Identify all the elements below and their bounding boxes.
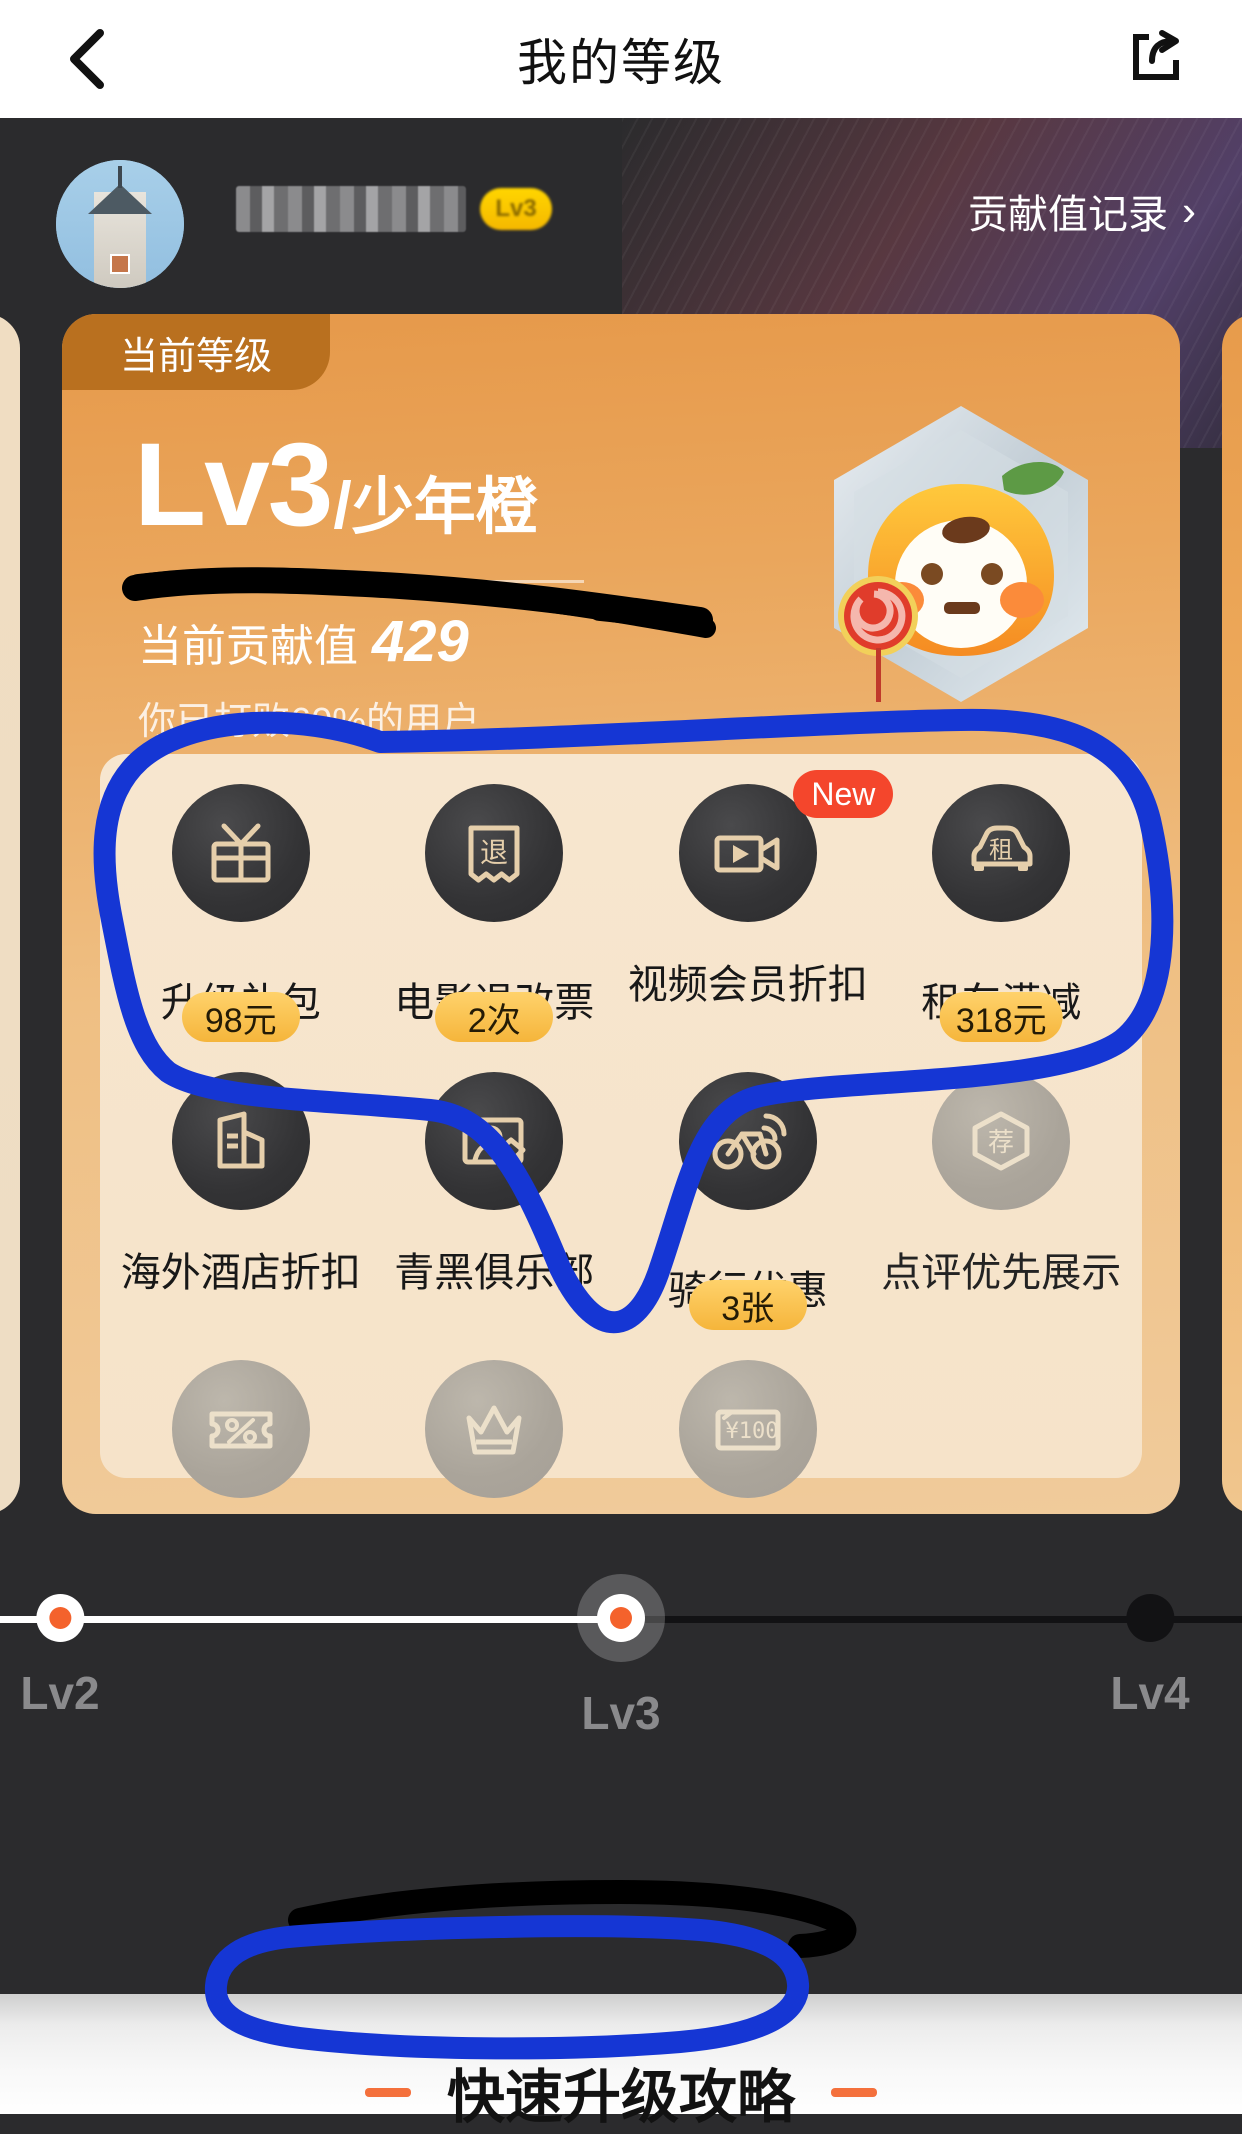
benefit-badge: 3张 [688,1280,807,1330]
current-level-card: 当前等级 Lv3 / 少年橙 当前贡献值 429 你已打败60%的用户 98元 … [62,314,1180,1514]
recommend-hexagon-icon: 荐 [932,1072,1071,1210]
progress-dot [597,1594,645,1642]
refund-ticket-icon: 退 [425,784,564,922]
dash-left-icon [364,2087,411,2097]
footer-section: 快速升级攻略 [0,1994,1242,2130]
avatar-clock-face [110,254,130,274]
benefit-item-annual-meeting[interactable]: 年会优先入选 [368,1360,622,1514]
page-title: 我的等级 [517,35,725,91]
current-level-tag: 当前等级 [62,314,330,390]
footer-title: 快速升级攻略 [446,2065,795,2130]
percent-coupon-icon [171,1360,310,1498]
progress-node-lv3[interactable]: Lv3 [577,1548,665,1740]
progress-active-ring [577,1574,665,1662]
footer-title-row: 快速升级攻略 [0,2050,1242,2134]
share-icon [1126,27,1186,92]
gift-card-100-icon: ¥100 [678,1360,817,1498]
contribution-number: 429 [372,609,469,674]
benefit-label: 海外酒店折扣 [120,1251,361,1295]
avatar-tower-spire [118,166,122,188]
user-level-badge: Lv3 [480,188,552,230]
benefit-badge: 98元 [181,992,300,1042]
benefit-badge: 318元 [939,992,1063,1042]
progress-node-lv4[interactable]: Lv4 [1110,1548,1190,1720]
level-progress-track: Lv2 Lv3 Lv4 [0,1548,1242,1758]
gift-icon [171,784,310,922]
bicycle-icon [678,1072,817,1210]
benefit-item-movie-refund[interactable]: 退 2次 电影退改票 [368,784,622,1042]
back-button[interactable] [58,29,114,89]
avatar[interactable] [56,160,184,288]
progress-label: Lv3 [581,1687,661,1739]
avatar-tower-roof [88,184,152,214]
benefit-label: 点评优先展示 [881,1251,1122,1295]
benefits-panel: 98元 升级礼包 退 2次 电影退改票 [100,754,1142,1498]
benefit-item-shopping-cashback[interactable]: 购物返现 [114,1360,368,1514]
benefit-item-upgrade-gift[interactable]: 98元 升级礼包 [114,784,368,1042]
progress-dot [1125,1594,1174,1642]
benefit-item-car-rental[interactable]: 租 318元 租车满减 [875,784,1129,1042]
progress-label: Lv2 [20,1667,100,1719]
beat-percentage-text: 你已打败60%的用户 [138,701,481,743]
next-level-card[interactable] [1222,314,1242,1514]
rental-car-icon: 租 [932,784,1071,922]
benefit-label: 视频会员折扣 [627,963,868,1007]
contribution-record-label: 贡献值记录 [968,193,1168,237]
svg-text:荐: 荐 [988,1128,1014,1158]
level-card-carousel[interactable]: 当前等级 Lv3 / 少年橙 当前贡献值 429 你已打败60%的用户 98元 … [0,314,1242,1514]
benefit-item-bike[interactable]: 3张 骑行优惠 [621,1072,875,1330]
previous-level-card[interactable] [0,314,20,1514]
benefit-label: 青黑俱乐部 [394,1251,595,1295]
user-row: Lv3 贡献值记录 › [0,160,1242,290]
level-code: Lv3 [134,419,333,551]
contribution-label: 当前贡献值 [138,622,358,671]
level-name: 少年橙 [351,472,538,542]
progress-label: Lv4 [1110,1667,1190,1719]
progress-node-lv2[interactable]: Lv2 [20,1548,100,1720]
benefits-row: 98元 升级礼包 退 2次 电影退改票 [114,770,1129,1042]
contribution-record-link[interactable]: 贡献值记录 › [968,182,1196,240]
svg-text:租: 租 [989,836,1013,864]
benefit-item-club[interactable]: 青黑俱乐部 [368,1072,622,1316]
nav-bar: 我的等级 [0,0,1242,118]
svg-text:¥100: ¥100 [725,1419,778,1444]
benefit-item-overseas-hotel[interactable]: 海外酒店折扣 [114,1072,368,1316]
benefit-item-video-member[interactable]: New 视频会员折扣 [621,770,894,1028]
benefits-row: 购物返现 年会优先入选 [114,1360,1128,1514]
benefit-item-review-priority[interactable]: 荐 点评优先展示 [875,1072,1129,1316]
chevron-right-icon: › [1182,187,1196,234]
chevron-left-icon [64,29,108,89]
benefit-item-gift-card[interactable]: ¥100 百元礼品卡 [621,1360,875,1514]
card-divider [138,580,584,583]
svg-text:退: 退 [480,836,508,869]
level-page-body: Lv3 贡献值记录 › 当前等级 Lv3 / 少年橙 当前贡献值 429 你已打… [0,118,1242,1994]
level-separator: / [333,468,352,543]
orange-mascot-badge-icon [806,388,1116,718]
hotel-building-icon [171,1072,310,1210]
dash-right-icon [831,2087,877,2097]
card-pointer-arrow [595,1510,647,1514]
share-button[interactable] [1126,29,1186,89]
benefit-badge: 2次 [435,992,554,1042]
level-headline: Lv3 / 少年橙 [134,426,538,544]
crown-icon [425,1360,564,1498]
progress-dot [35,1594,84,1642]
benefits-row: 海外酒店折扣 青黑俱乐部 3张 荐 点评优先展示 [114,1072,1129,1330]
contribution-value-row: 当前贡献值 429 [138,608,469,675]
username-masked [236,186,466,232]
club-member-icon [425,1072,564,1210]
